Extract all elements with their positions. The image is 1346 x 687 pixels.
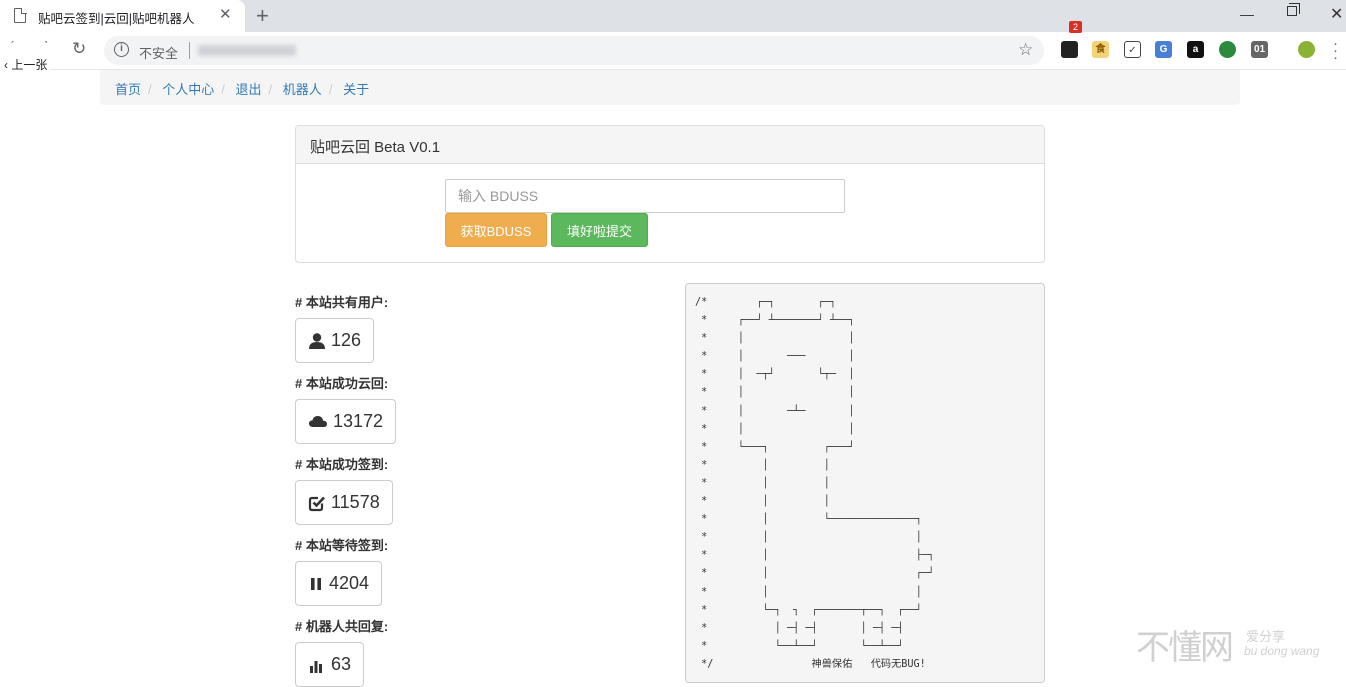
restore-icon[interactable] xyxy=(1287,3,1300,16)
back-icon[interactable]: ˊ xyxy=(10,38,15,54)
breadcrumb: 首页 / 个人中心 / 退出 / 机器人 / 关于 xyxy=(100,70,1240,105)
stat-box-users: 126 xyxy=(295,318,375,363)
ascii-caption: 神兽保佑 代码无BUG! xyxy=(811,658,926,670)
browser-toolbar: ˊ ˋ ↻ i 不安全 ☆ 食 ✓ G a 01 · · · xyxy=(0,32,1346,70)
stat-label-users: # 本站共有用户: xyxy=(295,295,389,310)
stat-box-signins: 11578 xyxy=(295,480,393,525)
bar-chart-icon xyxy=(310,660,322,673)
bookmark-star-icon[interactable]: ☆ xyxy=(1018,40,1033,60)
breadcrumb-user-center[interactable]: 个人中心 xyxy=(162,82,214,97)
browser-tab[interactable]: 贴吧云签到|云回|贴吧机器人 ✕ xyxy=(0,0,245,32)
address-bar[interactable]: i 不安全 ☆ xyxy=(104,36,1044,65)
url-text-blurred xyxy=(198,45,296,56)
menu-dots-icon[interactable]: · · · xyxy=(1333,36,1338,65)
extension-icon-3[interactable]: ✓ xyxy=(1124,41,1141,58)
stat-value-users: 126 xyxy=(331,330,362,350)
stat-value-robot-replies: 63 xyxy=(331,654,352,674)
extension-icon-2[interactable]: 食 xyxy=(1092,41,1109,58)
extension-icon-7[interactable]: 01 xyxy=(1251,41,1268,58)
amazon-icon[interactable]: a xyxy=(1187,41,1204,58)
previous-tooltip: ‹ 上一张 xyxy=(0,56,52,72)
window-close-icon[interactable]: ✕ xyxy=(1330,4,1343,24)
ascii-art-box: /* ┌─┐ ┌─┐ * ┌──┘ ┴───────┘ ┴──┐ * │ │ *… xyxy=(685,283,1045,683)
tab-close-icon[interactable]: ✕ xyxy=(219,5,232,23)
stat-label-pending: # 本站等待签到: xyxy=(295,538,389,553)
info-icon[interactable]: i xyxy=(114,42,129,57)
breadcrumb-about[interactable]: 关于 xyxy=(343,82,369,97)
stat-box-robot-replies: 63 xyxy=(295,642,365,687)
stat-value-cloud-replies: 13172 xyxy=(333,411,384,431)
cloud-icon xyxy=(309,415,327,427)
minimize-icon[interactable]: — xyxy=(1240,6,1254,22)
url-divider xyxy=(189,42,190,59)
tab-title: 贴吧云签到|云回|贴吧机器人 xyxy=(38,12,195,26)
insecure-label: 不安全 xyxy=(139,46,179,61)
stat-label-cloud-replies: # 本站成功云回: xyxy=(295,376,389,391)
translate-icon[interactable]: G xyxy=(1155,41,1172,58)
profile-avatar[interactable] xyxy=(1298,41,1315,58)
bduss-input[interactable] xyxy=(445,179,845,213)
bduss-panel: 贴吧云回 Beta V0.1 获取BDUSS 填好啦提交 xyxy=(295,125,1045,263)
page-icon xyxy=(14,7,27,23)
breadcrumb-logout[interactable]: 退出 xyxy=(236,82,262,97)
browser-tab-strip: 贴吧云签到|云回|贴吧机器人 ✕ + — ✕ xyxy=(0,0,1346,32)
breadcrumb-robot[interactable]: 机器人 xyxy=(283,82,322,97)
watermark-pinyin: bu dong wang xyxy=(1244,644,1320,658)
reload-icon[interactable]: ↻ xyxy=(72,39,86,59)
watermark: 不懂网 爱分享 bu dong wang xyxy=(1136,620,1319,669)
stat-label-robot-replies: # 机器人共回复: xyxy=(295,619,389,634)
watermark-slogan: 爱分享 xyxy=(1246,629,1286,644)
pause-icon xyxy=(311,577,321,590)
submit-button[interactable]: 填好啦提交 xyxy=(551,213,648,247)
stat-box-pending: 4204 xyxy=(295,561,383,606)
stat-value-signins: 11578 xyxy=(331,492,380,512)
user-icon xyxy=(309,332,325,349)
stat-value-pending: 4204 xyxy=(329,573,370,593)
get-bduss-button[interactable]: 获取BDUSS xyxy=(445,213,547,247)
extension-badge: 2 xyxy=(1069,21,1082,33)
watermark-logo: 不懂网 xyxy=(1136,628,1234,668)
extension-icon-6[interactable] xyxy=(1219,41,1236,58)
new-tab-button[interactable]: + xyxy=(256,3,269,29)
stat-box-cloud-replies: 13172 xyxy=(295,399,397,444)
breadcrumb-home[interactable]: 首页 xyxy=(115,82,141,97)
extension-icon-1[interactable] xyxy=(1061,41,1078,58)
stat-label-signins: # 本站成功签到: xyxy=(295,457,389,472)
panel-title: 贴吧云回 Beta V0.1 xyxy=(296,126,1044,164)
forward-icon[interactable]: ˋ xyxy=(44,38,49,54)
check-square-icon xyxy=(308,496,325,511)
ascii-art-llama: /* ┌─┐ ┌─┐ * ┌──┘ ┴───────┘ ┴──┐ * │ │ *… xyxy=(695,297,935,670)
